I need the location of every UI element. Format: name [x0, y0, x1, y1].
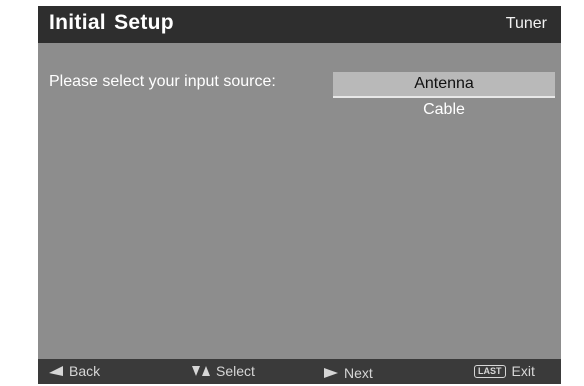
exit-hint[interactable]: LAST Exit: [474, 363, 535, 379]
back-hint[interactable]: Back: [49, 363, 100, 379]
option-antenna[interactable]: Antenna: [333, 72, 555, 98]
select-label: Select: [216, 363, 255, 379]
input-source-prompt: Please select your input source:: [49, 73, 276, 90]
footer-hint-bar: Back Select Next LAST Exit: [38, 359, 561, 384]
next-label: Next: [344, 365, 373, 381]
page-title: Initial Setup: [49, 11, 174, 34]
option-cable[interactable]: Cable: [333, 98, 555, 122]
right-arrow-icon: [324, 368, 338, 378]
up-down-arrows-icon: [192, 366, 210, 376]
exit-label: Exit: [511, 363, 535, 379]
section-label: Tuner: [505, 15, 547, 32]
back-label: Back: [69, 363, 101, 379]
title-bar: Initial Setup Tuner: [38, 6, 561, 43]
next-hint[interactable]: Next: [324, 365, 373, 381]
setup-screen: Initial Setup Tuner Please select your i…: [38, 6, 561, 384]
input-source-list: Antenna Cable: [333, 72, 555, 122]
last-key-icon: LAST: [474, 364, 506, 378]
select-hint[interactable]: Select: [192, 363, 255, 379]
left-arrow-icon: [49, 366, 63, 376]
